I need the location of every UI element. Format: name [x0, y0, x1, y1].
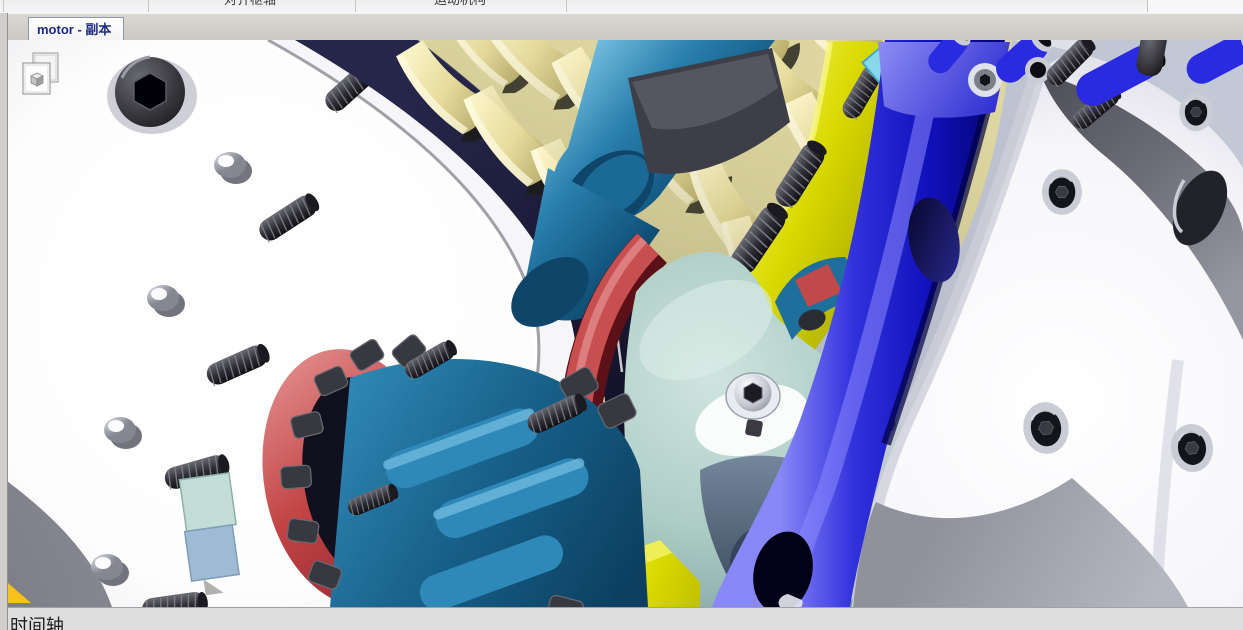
ribbon-divider — [566, 0, 567, 12]
housing-bolt-hole — [1179, 93, 1213, 131]
3d-scene[interactable] — [7, 40, 1243, 607]
timeline-title: 时间轴 — [10, 616, 64, 630]
ribbon-divider — [3, 0, 4, 12]
ribbon-strip: 对齐枢轴 运动机构 — [0, 0, 1243, 14]
coupling-assembly[interactable] — [243, 333, 648, 607]
left-edge-border — [0, 13, 8, 630]
ribbon-group-label-motion: 运动机构 — [434, 0, 486, 6]
ribbon-end-segment — [1148, 0, 1243, 12]
cube-glyph — [31, 73, 43, 86]
ribbon-divider — [148, 0, 149, 12]
document-tab-bar: motor - 副本 — [0, 13, 1243, 41]
tab-motor-copy[interactable]: motor - 副本 — [28, 17, 124, 41]
corner-warning-triangle[interactable] — [8, 583, 31, 603]
timeline-panel[interactable]: 时间轴 — [0, 607, 1243, 630]
housing-bolt-hole — [1042, 169, 1082, 215]
app-window: 对齐枢轴 运动机构 motor - 副本 — [0, 0, 1243, 630]
ribbon-divider — [355, 0, 356, 12]
viewport[interactable] — [7, 40, 1243, 607]
ribbon-group-label-align-pivot: 对齐枢轴 — [224, 0, 276, 6]
model-copy-icon[interactable] — [22, 52, 60, 96]
